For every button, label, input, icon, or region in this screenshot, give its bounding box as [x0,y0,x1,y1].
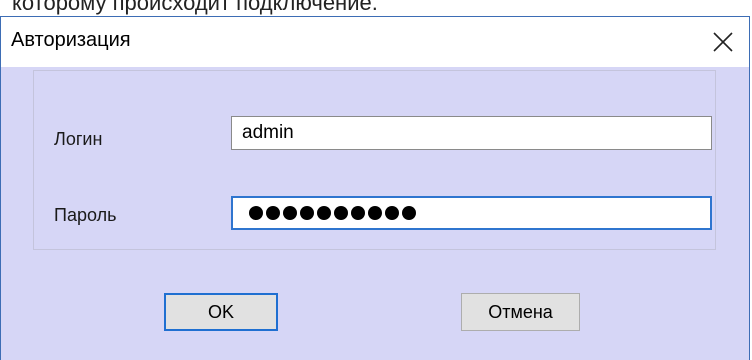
login-field[interactable] [231,116,712,150]
close-icon [713,32,733,52]
login-label: Логин [54,129,103,149]
password-dot [402,206,416,220]
password-dot [249,206,263,220]
top-caption: которому происходит подключение. [12,0,378,15]
password-dot [351,206,365,220]
password-dot [368,206,382,220]
password-dot [334,206,348,220]
password-label: Пароль [54,205,117,225]
password-mask [249,198,700,228]
dialog-title: Авторизация [11,29,131,51]
cancel-button[interactable]: Отмена [461,293,580,331]
password-dot [283,206,297,220]
password-dot [300,206,314,220]
close-button[interactable] [697,17,749,67]
password-dot [385,206,399,220]
password-field[interactable] [231,196,712,230]
titlebar: Авторизация [1,16,749,67]
ok-button[interactable]: OK [164,293,278,331]
password-dot [266,206,280,220]
password-dot [317,206,331,220]
